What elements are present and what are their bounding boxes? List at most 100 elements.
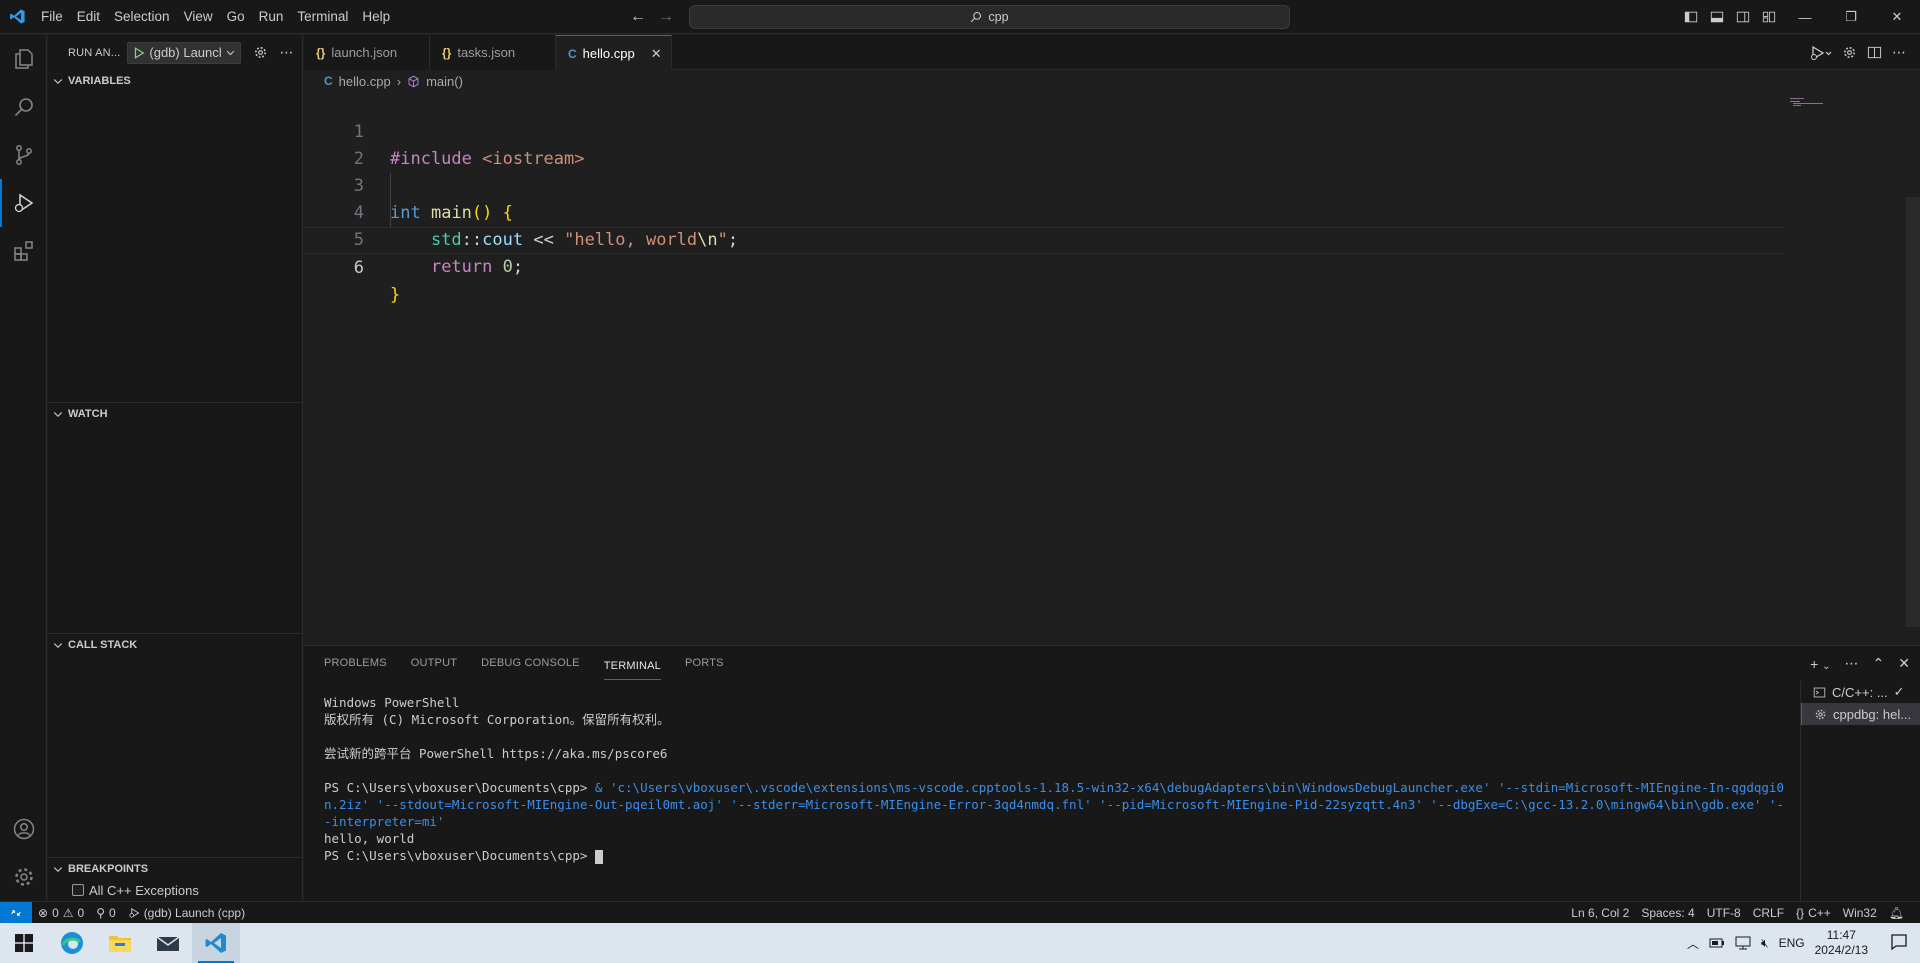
tab-debug-console[interactable]: DEBUG CONSOLE (481, 646, 580, 681)
tab-tasks-json[interactable]: {} tasks.json (430, 35, 556, 70)
input-language[interactable]: ENG (1779, 936, 1805, 950)
mail-icon[interactable] (144, 923, 192, 963)
cursor-position[interactable]: Ln 6, Col 2 (1565, 902, 1635, 924)
more-actions-icon[interactable]: ⋯ (1845, 655, 1859, 672)
menu-file[interactable]: File (34, 0, 70, 34)
breadcrumb-file[interactable]: hello.cpp (339, 74, 391, 89)
variables-header[interactable]: VARIABLES (48, 70, 303, 92)
ports-status[interactable]: ⚲ 0 (90, 902, 121, 924)
more-actions-icon[interactable]: ⋯ (280, 44, 294, 61)
breadcrumb-symbol[interactable]: main() (426, 74, 463, 89)
menu-view[interactable]: View (177, 0, 220, 34)
edge-browser-icon[interactable] (48, 923, 96, 963)
windows-start-icon[interactable] (0, 923, 48, 963)
terminal-output[interactable]: Windows PowerShell 版权所有 (C) Microsoft Co… (324, 694, 1784, 864)
battery-icon[interactable] (1709, 937, 1725, 949)
menu-go[interactable]: Go (220, 0, 252, 34)
more-actions-icon[interactable]: ⋯ (1892, 44, 1906, 61)
tab-launch-json[interactable]: {} launch.json (304, 35, 430, 70)
close-tab-icon[interactable]: ✕ (651, 46, 662, 62)
customize-layout-icon[interactable] (1756, 0, 1782, 34)
tab-ports[interactable]: PORTS (685, 646, 724, 681)
end-of-line[interactable]: CRLF (1747, 902, 1790, 924)
tab-terminal[interactable]: TERMINAL (603, 652, 661, 680)
watch-header[interactable]: WATCH (48, 402, 303, 424)
toggle-panel-icon[interactable] (1704, 0, 1730, 34)
explorer-icon[interactable] (0, 35, 47, 83)
remote-indicator-icon[interactable] (0, 901, 32, 924)
tab-hello-cpp[interactable]: C hello.cpp ✕ (556, 35, 672, 71)
tab-output[interactable]: OUTPUT (411, 646, 457, 681)
breakpoints-header[interactable]: BREAKPOINTS (48, 857, 303, 879)
maximize-panel-icon[interactable]: ⌃ (1873, 655, 1885, 672)
menu-run[interactable]: Run (252, 0, 291, 34)
indentation[interactable]: Spaces: 4 (1635, 902, 1700, 924)
toggle-primary-sidebar-icon[interactable] (1678, 0, 1704, 34)
line-content: } (390, 285, 401, 305)
watch-title: WATCH (68, 407, 108, 420)
encoding[interactable]: UTF-8 (1701, 902, 1747, 924)
menu-terminal[interactable]: Terminal (290, 0, 355, 34)
status-bar-right: Ln 6, Col 2 Spaces: 4 UTF-8 CRLF {} C++ W… (1565, 902, 1910, 924)
vscode-taskbar-icon[interactable] (192, 923, 240, 963)
forward-arrow-icon[interactable]: → (658, 8, 674, 26)
menu-edit[interactable]: Edit (70, 0, 107, 34)
breadcrumb: C hello.cpp › main() (304, 70, 1920, 92)
problems-status[interactable]: ⊗ 0 ⚠ 0 (32, 902, 90, 924)
menu-help[interactable]: Help (355, 0, 397, 34)
call-stack-header[interactable]: CALL STACK (48, 633, 303, 655)
language-mode[interactable]: {} C++ (1790, 902, 1837, 924)
run-debug-file-icon[interactable] (1810, 45, 1832, 61)
terminal-item-cppdbg[interactable]: cppdbg: hel... (1801, 703, 1920, 725)
network-icon[interactable] (1735, 936, 1751, 950)
manage-gear-icon[interactable] (0, 853, 47, 901)
variables-title: VARIABLES (68, 75, 131, 87)
platform[interactable]: Win32 (1837, 902, 1883, 924)
new-terminal-icon[interactable]: + ⌄ (1810, 656, 1830, 672)
run-and-debug-icon[interactable] (0, 179, 47, 227)
debug-config-dropdown[interactable]: (gdb) Launch (cpp) (126, 41, 241, 64)
breakpoint-checkbox[interactable] (72, 884, 84, 896)
cube-symbol-icon (408, 75, 419, 87)
tab-label: tasks.json (457, 45, 516, 60)
minimap[interactable] (1790, 92, 1830, 106)
terminal-prompt: PS C:\Users\vboxuser\Documents\cpp> (324, 848, 588, 863)
taskbar-clock[interactable]: 11:47 2024/2/13 (1815, 928, 1868, 958)
start-debugging-icon[interactable] (132, 46, 146, 60)
split-editor-icon[interactable] (1867, 45, 1882, 60)
code-line: 3 int main() { (304, 146, 1784, 223)
tray-chevron-up-icon[interactable]: ︿ (1687, 935, 1699, 952)
tab-problems[interactable]: PROBLEMS (324, 646, 387, 681)
menu-selection[interactable]: Selection (107, 0, 177, 34)
back-arrow-icon[interactable]: ← (630, 8, 646, 26)
minimize-button[interactable]: — (1782, 0, 1828, 34)
code-line: 4 std::cout << "hello, world\n"; (304, 173, 1784, 250)
terminal-line: Windows PowerShell (324, 695, 460, 710)
run-debug-header: RUN AN... (gdb) Launch (cpp) ⋯ (48, 35, 302, 70)
close-panel-icon[interactable]: ✕ (1898, 655, 1910, 672)
file-explorer-icon[interactable] (96, 923, 144, 963)
notification-center-icon[interactable] (1890, 933, 1908, 954)
terminal-prompt: PS C:\Users\vboxuser\Documents\cpp> (324, 780, 588, 795)
terminal-item-task[interactable]: C/C++: ... ✓ (1801, 681, 1920, 703)
tab-label: launch.json (331, 45, 398, 60)
toggle-secondary-sidebar-icon[interactable] (1730, 0, 1756, 34)
source-control-icon[interactable] (0, 131, 47, 179)
code-editor[interactable]: 1 #include <iostream> 2 3 int main() { 4… (304, 92, 1920, 645)
search-activity-icon[interactable] (0, 83, 47, 131)
gear-icon[interactable] (1842, 45, 1857, 60)
editor-scrollbar[interactable] (1906, 197, 1920, 627)
editor-actions: ⋯ (1810, 35, 1920, 70)
close-window-button[interactable]: ✕ (1874, 0, 1920, 34)
volume-muted-icon[interactable]: 🔇︎ (1761, 936, 1769, 951)
command-center-search[interactable]: cpp (689, 5, 1290, 29)
nav-arrows: ← → (630, 0, 674, 34)
extensions-icon[interactable] (0, 227, 47, 275)
account-icon[interactable] (0, 805, 47, 853)
open-launch-json-gear-icon[interactable] (253, 45, 268, 60)
restore-button[interactable]: ❐ (1828, 0, 1874, 34)
debug-launch-status[interactable]: (gdb) Launch (cpp) (122, 902, 251, 924)
notifications-bell-icon[interactable]: 🔔︎ (1883, 902, 1910, 924)
